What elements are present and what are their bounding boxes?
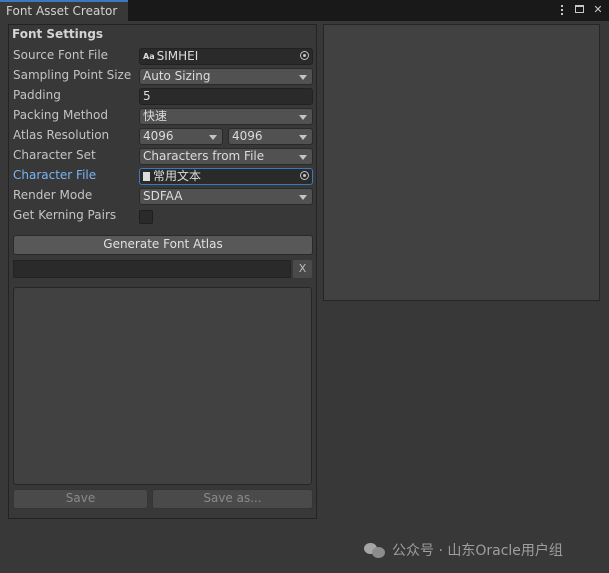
chevron-down-icon — [299, 75, 307, 80]
padding-input[interactable]: 5 — [139, 88, 313, 105]
object-picker-icon[interactable] — [300, 171, 309, 180]
sampling-point-size-label: Sampling Point Size — [13, 68, 132, 82]
chevron-down-icon — [299, 115, 307, 120]
watermark-text: 公众号 · 山东Oracle用户组 — [392, 543, 563, 559]
window-controls: ✕ — [557, 3, 603, 17]
render-mode-value: SDFAA — [143, 189, 183, 203]
render-mode-dropdown[interactable]: SDFAA — [139, 188, 313, 205]
character-set-value: Characters from File — [143, 149, 265, 163]
font-asset-icon: Aa — [143, 52, 155, 61]
watermark: 公众号 · 山东Oracle用户组 — [364, 540, 563, 560]
character-set-label: Character Set — [13, 148, 96, 162]
atlas-width-dropdown[interactable]: 4096 — [139, 128, 223, 145]
source-font-file-value: SIMHEI — [156, 49, 199, 63]
get-kerning-pairs-label: Get Kerning Pairs — [13, 208, 117, 222]
chevron-down-icon — [299, 195, 307, 200]
chevron-down-icon — [209, 135, 217, 140]
object-picker-icon[interactable] — [300, 51, 309, 60]
character-file-value: 常用文本 — [153, 169, 202, 183]
padding-value: 5 — [143, 89, 151, 103]
text-asset-icon — [143, 172, 150, 181]
sampling-point-size-dropdown[interactable]: Auto Sizing — [139, 68, 313, 85]
save-button[interactable]: Save — [13, 489, 148, 509]
tab-title: Font Asset Creator — [6, 4, 118, 18]
chevron-down-icon — [299, 155, 307, 160]
more-options-icon[interactable] — [557, 3, 567, 17]
render-mode-label: Render Mode — [13, 188, 93, 202]
atlas-height-dropdown[interactable]: 4096 — [228, 128, 313, 145]
generation-progress-bar — [13, 260, 291, 278]
source-font-file-label: Source Font File — [13, 48, 109, 62]
source-font-file-field[interactable]: Aa SIMHEI — [139, 48, 313, 65]
save-as-button[interactable]: Save as... — [152, 489, 313, 509]
wechat-logo-icon — [364, 542, 386, 558]
atlas-width-value: 4096 — [143, 129, 174, 143]
font-settings-panel: Font Settings Source Font File Aa SIMHEI … — [8, 24, 317, 519]
get-kerning-pairs-checkbox[interactable] — [139, 210, 153, 224]
character-set-dropdown[interactable]: Characters from File — [139, 148, 313, 165]
atlas-height-value: 4096 — [232, 129, 263, 143]
character-file-label: Character File — [13, 168, 97, 182]
clear-progress-button[interactable]: X — [293, 260, 312, 278]
packing-method-dropdown[interactable]: 快速 — [139, 108, 313, 125]
atlas-resolution-label: Atlas Resolution — [13, 128, 110, 142]
padding-label: Padding — [13, 88, 61, 102]
atlas-preview-panel — [323, 24, 600, 301]
section-title: Font Settings — [12, 27, 104, 41]
packing-method-label: Packing Method — [13, 108, 108, 122]
chevron-down-icon — [299, 135, 307, 140]
packing-method-value: 快速 — [143, 109, 168, 123]
close-icon[interactable]: ✕ — [593, 3, 603, 17]
output-log-area — [13, 287, 312, 485]
generate-font-atlas-button[interactable]: Generate Font Atlas — [13, 235, 313, 255]
sampling-point-size-value: Auto Sizing — [143, 69, 211, 83]
maximize-icon[interactable] — [575, 3, 585, 17]
character-file-field[interactable]: 常用文本 — [139, 168, 313, 185]
tab-bar: Font Asset Creator ✕ — [0, 0, 609, 21]
tab-font-asset-creator[interactable]: Font Asset Creator — [0, 0, 128, 21]
font-asset-creator-window: Font Asset Creator ✕ Font Settings Sourc… — [0, 0, 609, 573]
